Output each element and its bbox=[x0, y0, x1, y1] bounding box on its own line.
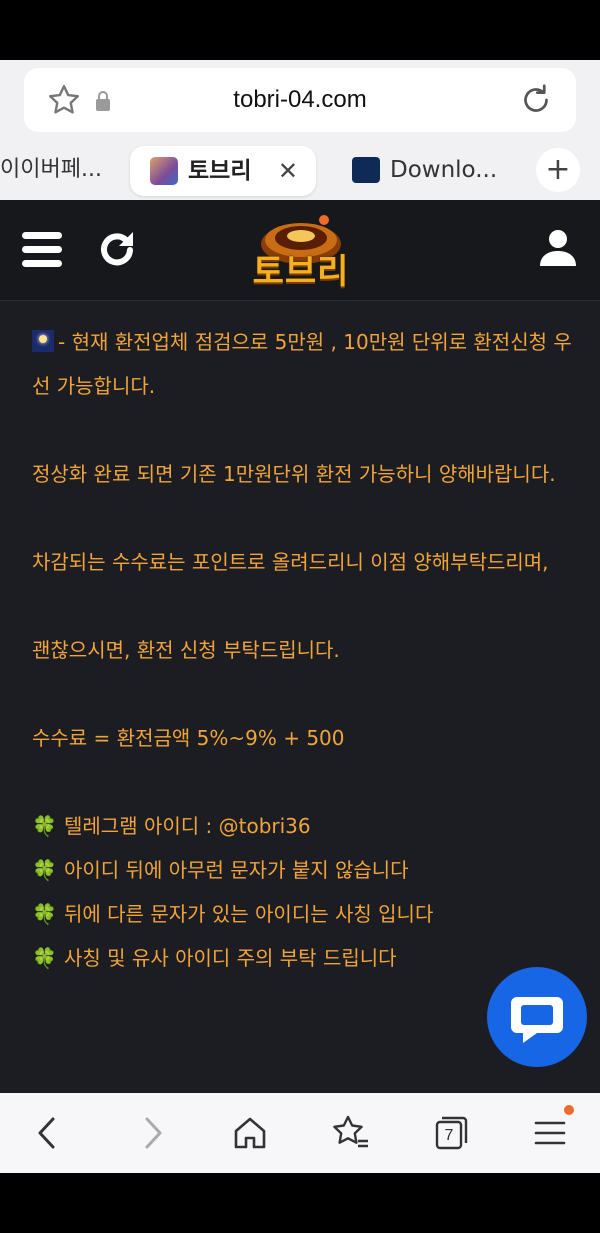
system-nav-bar bbox=[0, 1173, 600, 1233]
notice-bullet: 🍀 뒤에 다른 문자가 있는 아이디는 사칭 입니다 bbox=[32, 892, 572, 936]
url-text[interactable]: tobri-04.com bbox=[24, 68, 576, 132]
tab-count: 7 bbox=[444, 1127, 454, 1144]
forward-icon[interactable] bbox=[130, 1111, 174, 1155]
notification-dot bbox=[564, 1105, 574, 1115]
tab-title: 이이버페... bbox=[0, 157, 102, 182]
site-page: 토브리 - 현재 환전업체 점검으로 5만원 , 10만원 단위로 환전신청 우… bbox=[0, 200, 600, 1093]
notice-line: 정상화 완료 되면 기존 1만원단위 환전 가능하니 양해바랍니다. bbox=[32, 462, 556, 486]
status-bar bbox=[0, 0, 600, 60]
tab-previous[interactable]: 이이버페... bbox=[0, 144, 110, 196]
clover-icon: 🍀 bbox=[32, 814, 57, 838]
bookmarks-icon[interactable] bbox=[328, 1111, 372, 1155]
home-icon[interactable] bbox=[228, 1111, 272, 1155]
tab-active[interactable]: 토브리 ✕ bbox=[130, 146, 316, 196]
site-logo[interactable]: 토브리 bbox=[244, 208, 358, 292]
back-icon[interactable] bbox=[26, 1111, 70, 1155]
new-tab-button[interactable]: + bbox=[536, 148, 580, 192]
disney-favicon bbox=[352, 157, 380, 183]
site-header: 토브리 bbox=[0, 200, 600, 301]
fee-line: 수수료 = 환전금액 5%~9% + 500 bbox=[32, 726, 345, 750]
notice-line: 괜찮으시면, 환전 신청 부탁드립니다. bbox=[32, 638, 340, 662]
telegram-id-line: 🍀 텔레그램 아이디 : @tobri36 bbox=[32, 804, 572, 848]
tab-next[interactable]: Downlo... bbox=[352, 144, 502, 196]
reload-icon[interactable] bbox=[518, 82, 554, 118]
clover-icon: 🍀 bbox=[32, 858, 57, 882]
notice-content: - 현재 환전업체 점검으로 5만원 , 10만원 단위로 환전신청 우선 가능… bbox=[32, 320, 572, 980]
chat-button[interactable] bbox=[487, 967, 587, 1067]
address-bar[interactable]: tobri-04.com bbox=[24, 68, 576, 132]
refresh-icon[interactable] bbox=[96, 228, 138, 270]
close-tab-icon[interactable]: ✕ bbox=[278, 146, 298, 196]
tab-title: 토브리 bbox=[188, 158, 252, 184]
user-icon[interactable] bbox=[538, 228, 578, 268]
clover-icon: 🍀 bbox=[32, 946, 57, 970]
tab-title: Downlo... bbox=[390, 157, 498, 183]
fireworks-icon bbox=[32, 330, 54, 352]
notice-line: - 현재 환전업체 점검으로 5만원 , 10만원 단위로 환전신청 우선 가능… bbox=[32, 330, 572, 398]
browser-bottom-nav: 7 bbox=[0, 1093, 600, 1173]
notice-line: 차감되는 수수료는 포인트로 올려드리니 이점 양해부탁드리며, bbox=[32, 550, 549, 574]
menu-lines-icon[interactable] bbox=[528, 1105, 574, 1155]
tab-strip: 이이버페... 토브리 ✕ Downlo... + bbox=[0, 144, 600, 196]
site-favicon bbox=[150, 157, 178, 185]
menu-icon[interactable] bbox=[22, 232, 62, 268]
chat-icon bbox=[511, 997, 563, 1043]
browser-chrome: tobri-04.com 이이버페... 토브리 ✕ Downlo... + bbox=[0, 60, 600, 200]
notice-bullet: 🍀 아이디 뒤에 아무런 문자가 붙지 않습니다 bbox=[32, 848, 572, 892]
clover-icon: 🍀 bbox=[32, 902, 57, 926]
tabs-icon[interactable]: 7 bbox=[428, 1111, 472, 1155]
logo-text: 토브리 bbox=[252, 252, 350, 292]
